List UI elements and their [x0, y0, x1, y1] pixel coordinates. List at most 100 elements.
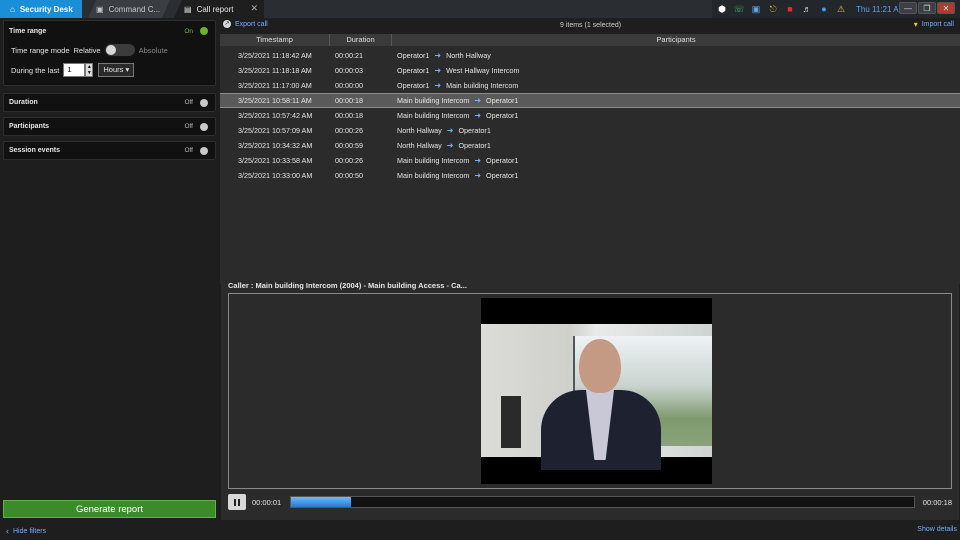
cell-participants: Operator1 ➜ North Hallway — [397, 51, 491, 60]
arrow-right-icon: ➜ — [474, 156, 482, 165]
warning-icon[interactable]: ⚠ — [834, 3, 848, 15]
table-row[interactable]: 3/25/2021 10:57:42 AM 00:00:18 Main buildi… — [220, 108, 960, 123]
export-call-button[interactable]: ↗ Export call — [223, 20, 268, 28]
during-value-input[interactable]: 1 — [63, 63, 86, 77]
cell-duration: 00:00:18 — [335, 111, 363, 120]
cell-duration: 00:00:21 — [335, 51, 363, 60]
cell-participants: Main building Intercom ➜ Operator1 — [397, 111, 518, 120]
table-row[interactable]: 3/25/2021 11:18:42 AM 00:00:21 Operator1 ➜ N… — [220, 48, 960, 63]
table-row[interactable]: 3/25/2021 10:33:58 AM 00:00:26 Main buildi… — [220, 153, 960, 168]
restore-button[interactable]: ❐ — [918, 2, 936, 14]
volume-icon[interactable]: ♬ — [800, 3, 814, 15]
cell-duration: 00:00:59 — [335, 141, 363, 150]
arrow-right-icon: ➜ — [434, 66, 442, 75]
table-row[interactable]: 3/25/2021 10:34:32 AM 00:00:59 North Hallw… — [220, 138, 960, 153]
video-frame — [228, 293, 952, 489]
absolute-label: Absolute — [138, 45, 168, 55]
genetec-icon[interactable]: ⬢ — [715, 3, 729, 15]
person-head — [579, 339, 621, 393]
participants-header[interactable]: Participants Off — [4, 118, 215, 135]
filter-toggle-icon[interactable] — [200, 147, 208, 155]
report-toolbar: ↗ Export call 9 items (1 selected) ▾ Imp… — [220, 18, 960, 34]
participant-from: Main building Intercom — [397, 156, 470, 165]
table-row[interactable]: 3/25/2021 10:33:00 AM 00:00:50 Main buildi… — [220, 168, 960, 183]
cell-participants: North Hallway ➜ Operator1 — [397, 126, 491, 135]
session-events-filter: Session events Off — [3, 141, 216, 160]
tab-security-desk[interactable]: ⌂ Security Desk — [0, 0, 82, 18]
filter-title: Time range — [9, 27, 47, 35]
table-header: Timestamp Duration Participants — [220, 34, 960, 46]
tab-label: Security Desk — [19, 4, 73, 14]
pause-button[interactable] — [228, 494, 246, 510]
arrow-right-icon: ➜ — [434, 51, 442, 60]
cell-participants: Main building Intercom ➜ Operator1 — [397, 156, 518, 165]
value-stepper[interactable]: ▲ ▼ — [85, 63, 94, 77]
arrow-right-icon: ➜ — [474, 171, 482, 180]
tab-call-report[interactable]: ▤ Call report ✕ — [174, 0, 264, 18]
duration-header[interactable]: Duration Off — [4, 94, 215, 111]
column-header-participants[interactable]: Participants — [392, 34, 960, 46]
globe-icon[interactable]: ● — [817, 3, 831, 15]
unit-select[interactable]: Hours ▾ — [98, 63, 135, 77]
cell-duration: 00:00:50 — [335, 171, 363, 180]
item-count: 9 items (1 selected) — [560, 22, 622, 29]
tab-label: Command C... — [108, 4, 161, 14]
phone-icon[interactable]: ☏ — [732, 3, 746, 15]
duration-filter: Duration Off — [3, 93, 216, 112]
clock: Thu 11:21 AM — [856, 4, 906, 14]
filter-pane: Time range On Time range mode Relative A… — [0, 18, 220, 540]
tab-command-center[interactable]: ▣ Command C... — [88, 0, 170, 18]
arrow-right-icon: ➜ — [446, 126, 454, 135]
participant-from: Main building Intercom — [397, 96, 470, 105]
cell-participants: Operator1 ➜ Main building Intercom — [397, 81, 518, 90]
table-row[interactable]: 3/25/2021 10:58:11 AM 00:00:18 Main buildi… — [220, 93, 960, 108]
toggle-knob — [105, 45, 116, 55]
generate-report-button[interactable]: Generate report — [3, 500, 216, 518]
import-label: Import call — [921, 21, 954, 28]
session-events-header[interactable]: Session events Off — [4, 142, 215, 159]
report-icon: ▤ — [184, 4, 192, 14]
seek-bar[interactable] — [290, 496, 915, 508]
filter-toggle-icon[interactable] — [200, 27, 208, 35]
key-icon[interactable]: ⎋ — [766, 3, 780, 15]
cell-timestamp: 3/25/2021 10:33:58 AM — [238, 156, 313, 165]
alarm-icon[interactable]: ■ — [783, 3, 797, 15]
participant-to: Main building Intercom — [446, 81, 519, 90]
mode-label: Time range mode — [11, 45, 70, 55]
column-header-timestamp[interactable]: Timestamp — [220, 34, 330, 46]
video-feed[interactable] — [481, 298, 712, 484]
monitor-icon[interactable]: ▣ — [749, 3, 763, 15]
cell-duration: 00:00:18 — [335, 96, 363, 105]
title-bar: ⌂ Security Desk ▣ Command C... ▤ Call re… — [0, 0, 960, 18]
import-call-button[interactable]: ▾ Import call — [914, 20, 954, 29]
mode-toggle[interactable] — [104, 44, 135, 56]
participant-from: Operator1 — [397, 51, 430, 60]
minimize-button[interactable]: — — [899, 2, 917, 14]
close-button[interactable]: ✕ — [937, 2, 955, 14]
filter-title: Duration — [9, 99, 38, 106]
table-row[interactable]: 3/25/2021 11:17:00 AM 00:00:00 Operator1 ➜ M… — [220, 78, 960, 93]
hide-filters-link[interactable]: ‹ Hide filters — [6, 526, 46, 536]
table-row[interactable]: 3/25/2021 10:57:09 AM 00:00:26 North Hallw… — [220, 123, 960, 138]
filter-toggle-icon[interactable] — [200, 123, 208, 131]
show-details-link[interactable]: Show details — [917, 526, 957, 533]
cell-duration: 00:00:26 — [335, 156, 363, 165]
cell-participants: North Hallway ➜ Operator1 — [397, 141, 491, 150]
participant-from: North Hallway — [397, 126, 442, 135]
arrow-right-icon: ➜ — [434, 81, 442, 90]
end-time: 00:00:18 — [922, 497, 952, 507]
close-tab-icon[interactable]: ✕ — [250, 3, 258, 14]
time-range-header[interactable]: Time range On — [4, 21, 215, 41]
filter-state: On — [184, 27, 193, 35]
command-icon: ▣ — [96, 4, 104, 14]
cell-duration: 00:00:26 — [335, 126, 363, 135]
cell-timestamp: 3/25/2021 10:34:32 AM — [238, 141, 313, 150]
filter-toggle-icon[interactable] — [200, 99, 208, 107]
during-label: During the last — [11, 65, 60, 75]
cell-timestamp: 3/25/2021 11:18:18 AM — [238, 66, 312, 75]
column-header-duration[interactable]: Duration — [330, 34, 392, 46]
relative-label: Relative — [73, 45, 101, 55]
table-row[interactable]: 3/25/2021 11:18:18 AM 00:00:03 Operator1 ➜ W… — [220, 63, 960, 78]
cell-timestamp: 3/25/2021 10:33:00 AM — [238, 171, 313, 180]
video-panel: Caller : Main building Intercom (2004) -… — [221, 274, 959, 520]
